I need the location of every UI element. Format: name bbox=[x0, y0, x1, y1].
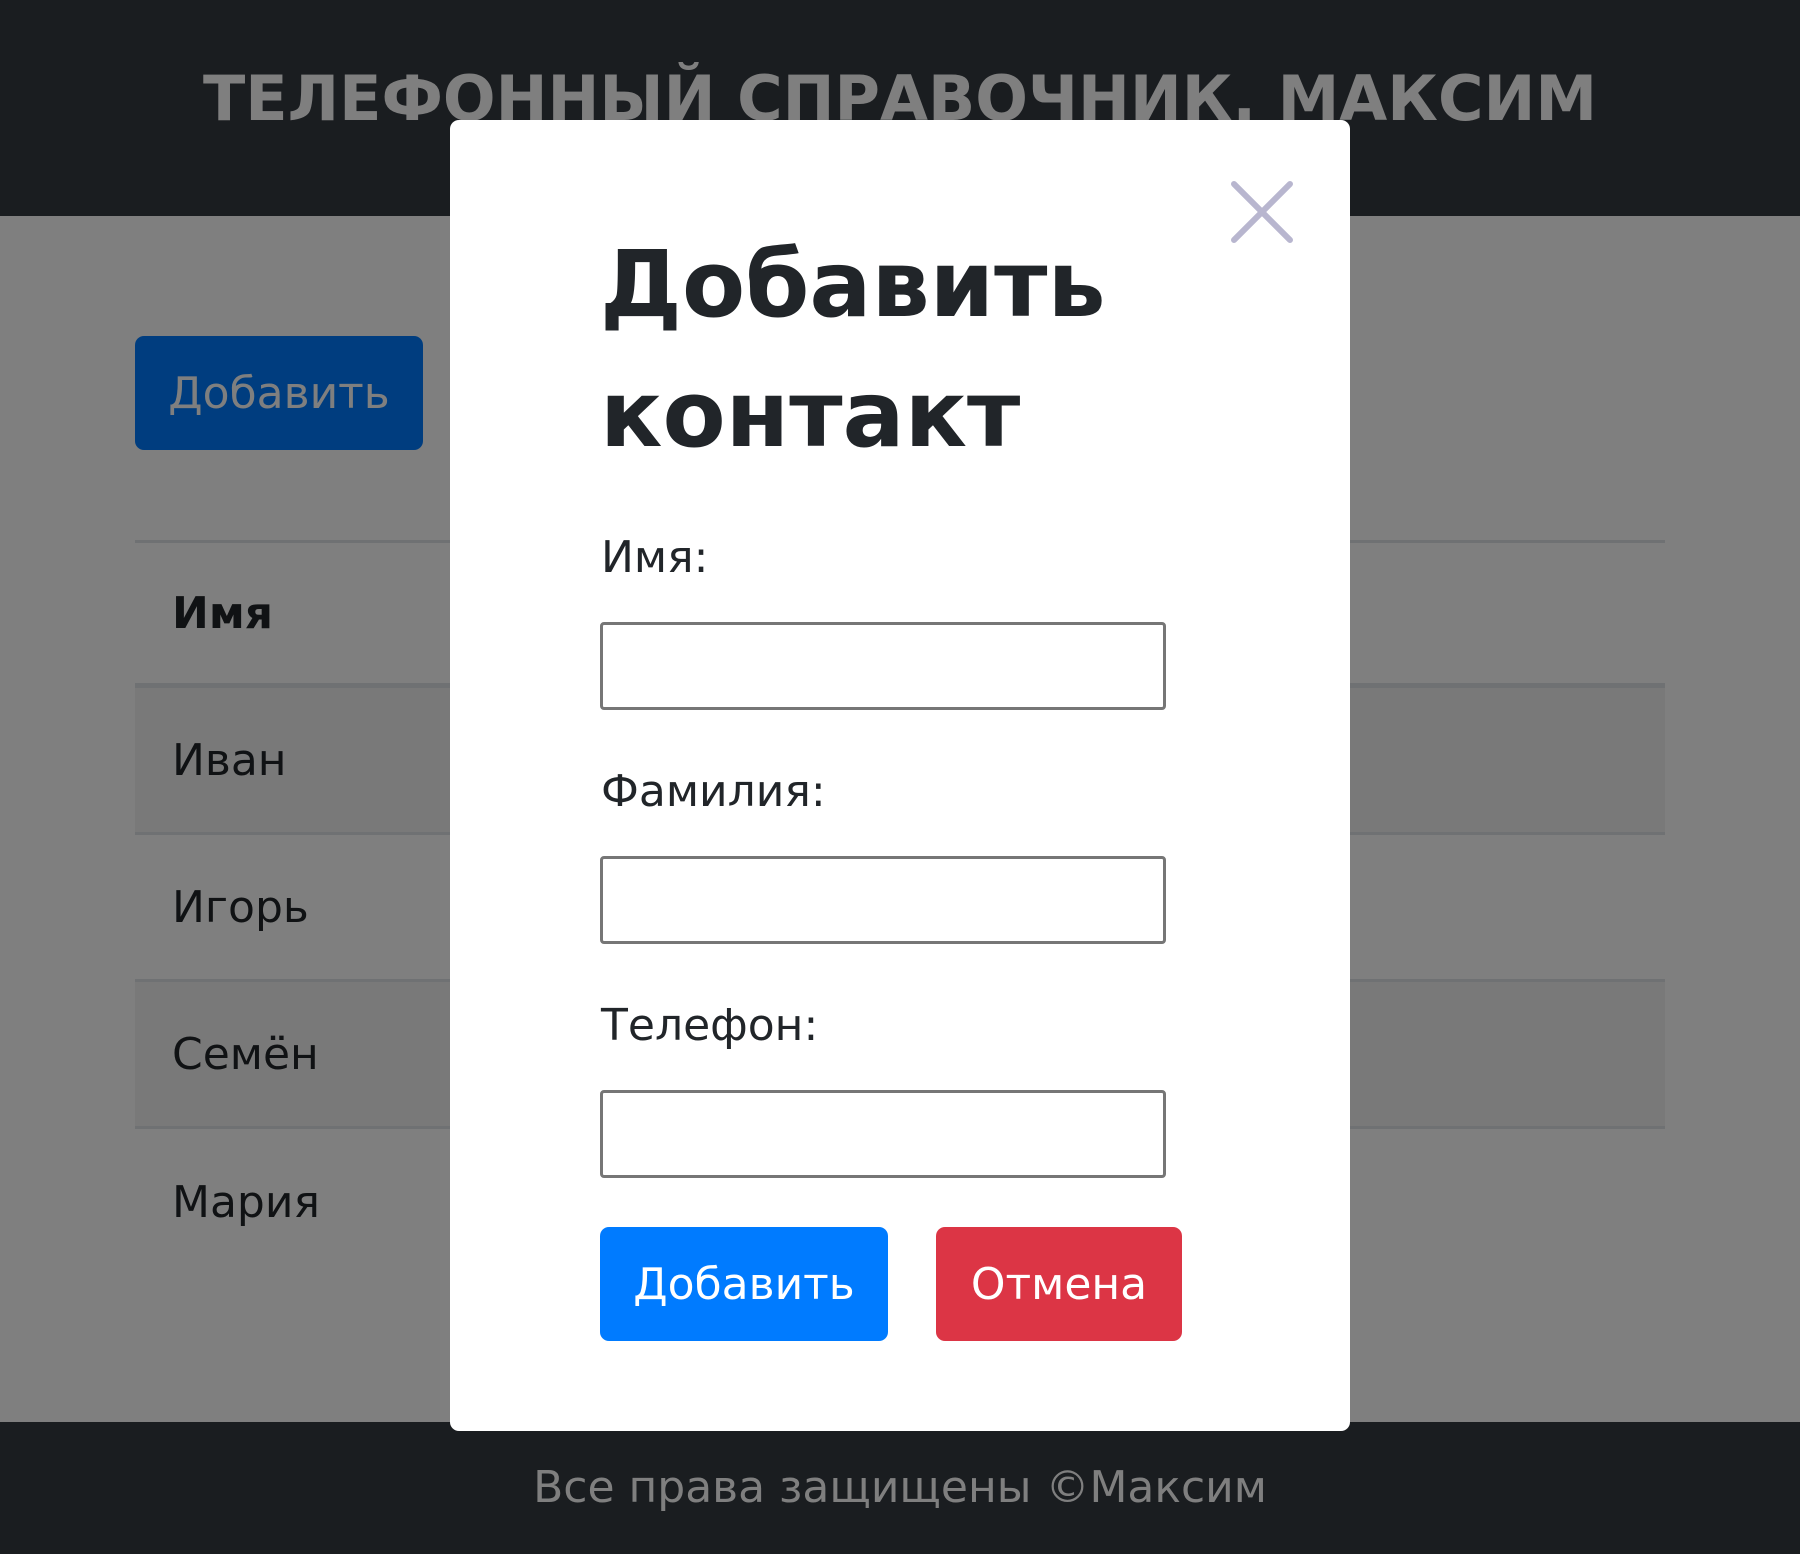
close-button[interactable] bbox=[1226, 176, 1298, 248]
first-name-input[interactable] bbox=[600, 622, 1166, 710]
phone-input[interactable] bbox=[600, 1090, 1166, 1178]
first-name-label: Имя: bbox=[601, 532, 709, 583]
last-name-label: Фамилия: bbox=[601, 766, 826, 817]
cancel-button[interactable]: Отмена bbox=[936, 1227, 1182, 1341]
submit-add-button[interactable]: Добавить bbox=[600, 1227, 888, 1341]
phone-label: Телефон: bbox=[601, 1000, 819, 1051]
close-icon bbox=[1231, 181, 1293, 243]
modal-title: Добавить контакт bbox=[600, 231, 1106, 468]
last-name-input[interactable] bbox=[600, 856, 1166, 944]
